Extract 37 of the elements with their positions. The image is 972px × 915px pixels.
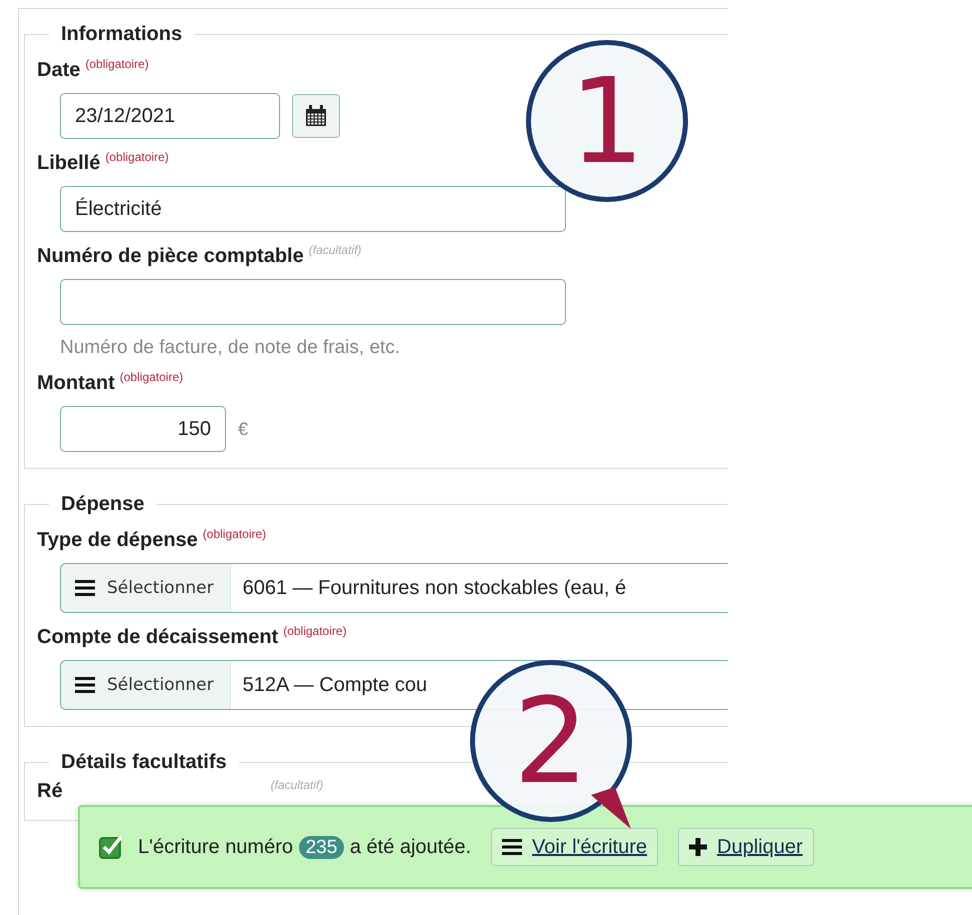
field-label: Type de dépense (37, 528, 198, 553)
calendar-button[interactable] (292, 94, 340, 138)
text-field[interactable] (60, 279, 566, 325)
text-field[interactable]: Électricité (60, 186, 566, 232)
requirement-note: (obligatoire) (120, 370, 184, 384)
callout-number: 1 (526, 40, 688, 202)
select-field[interactable]: Sélectionner 6061 — Fournitures non stockables (eau, é (60, 563, 728, 613)
help-text: Numéro de facture, de note de frais, etc. (60, 337, 402, 359)
requirement-note: (obligatoire) (85, 57, 149, 71)
field-label: Ré (37, 779, 63, 804)
calendar-icon (305, 105, 327, 127)
toast-message: L'écriture numéro 235 a été ajoutée. (138, 836, 472, 858)
field-label: Libellé (37, 151, 100, 176)
currency-symbol: € (238, 418, 248, 440)
section-legend: Informations (49, 23, 194, 46)
requirement-note: (facultatif) (308, 243, 362, 257)
select-button[interactable]: Sélectionner (61, 564, 231, 612)
menu-icon (502, 839, 522, 855)
amount-field[interactable]: 150 (60, 406, 226, 452)
field-label: Date (37, 58, 80, 83)
menu-icon (75, 580, 95, 596)
section-legend: Détails facultatifs (49, 751, 239, 774)
field-label: Numéro de pièce comptable (37, 244, 304, 269)
toast-action-button[interactable]: Voir l'écriture (491, 828, 658, 866)
date-field[interactable]: 23/12/2021 (60, 93, 280, 139)
requirement-note: (obligatoire) (105, 150, 169, 164)
callout-pointer (591, 787, 631, 829)
section-legend: Dépense (49, 493, 156, 516)
requirement-note: (obligatoire) (202, 527, 266, 541)
plus-icon (689, 838, 708, 856)
field-label: Compte de décaissement (37, 625, 278, 650)
select-button[interactable]: Sélectionner (61, 661, 231, 709)
menu-icon (75, 677, 95, 693)
toast-action-button[interactable]: Dupliquer (678, 828, 814, 866)
field-label: Montant (37, 371, 115, 396)
requirement-note: (facultatif) (270, 778, 324, 792)
requirement-note: (obligatoire) (283, 624, 347, 638)
